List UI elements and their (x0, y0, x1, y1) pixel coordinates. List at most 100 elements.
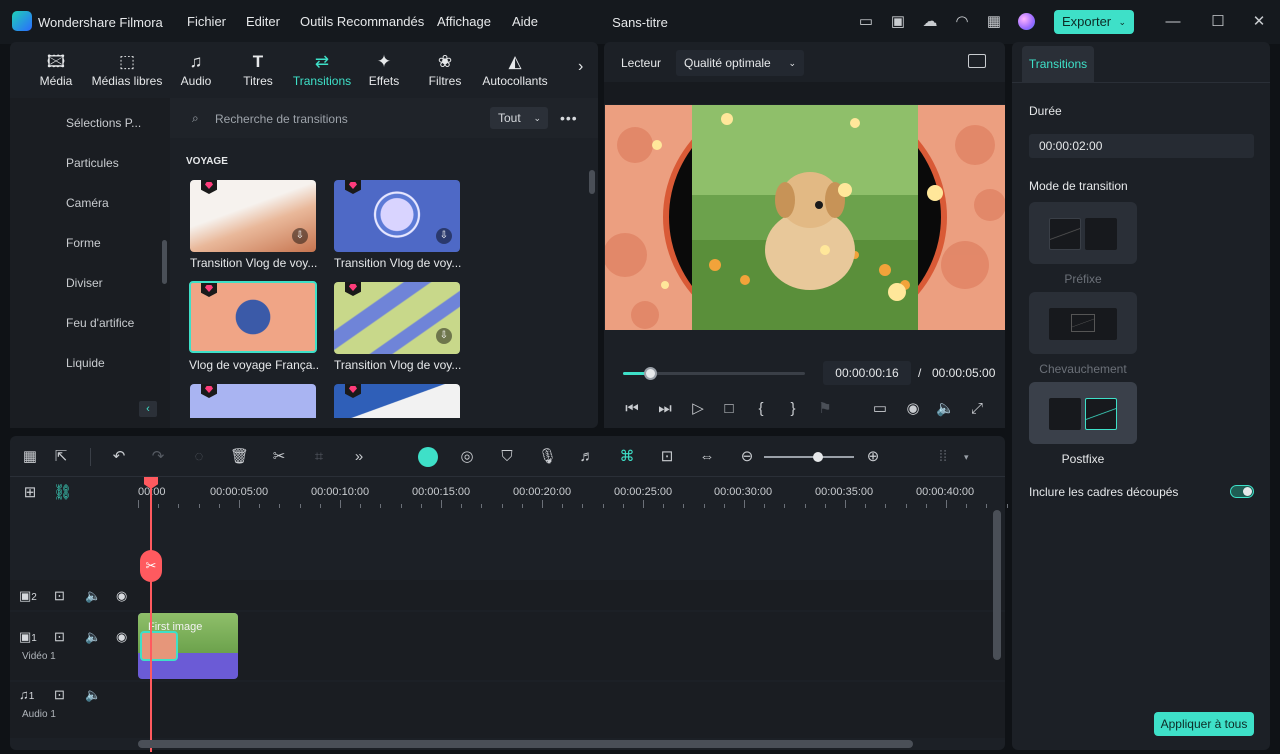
snapshot-view-icon[interactable] (968, 54, 986, 68)
mode-postfix-label: Postfixe (1061, 452, 1105, 466)
zoom-in-icon[interactable]: ⊕ (864, 448, 882, 466)
collapse-sidebar-icon[interactable]: ‹ (139, 401, 157, 417)
zoom-out-icon[interactable]: ⊖ (738, 448, 756, 466)
search-input[interactable]: Recherche de transitions (215, 112, 348, 126)
tab-stock-media[interactable]: ⬚ Médias libres (90, 52, 164, 88)
playhead[interactable] (150, 478, 152, 752)
cloud-icon[interactable]: ☁ (921, 13, 939, 31)
tab-effects[interactable]: ✦ Effets (364, 52, 404, 88)
ai-assistant-icon[interactable] (418, 447, 438, 467)
sidebar-item[interactable]: Forme (66, 236, 101, 250)
library-scrollbar[interactable] (589, 170, 595, 194)
include-cropped-toggle[interactable] (1230, 485, 1254, 498)
lock-icon[interactable]: ⊡ (54, 629, 65, 645)
apply-to-all-button[interactable]: Appliquer à tous (1154, 712, 1254, 736)
download-icon[interactable]: ⇩ (436, 228, 452, 244)
minimize-icon[interactable]: — (1164, 13, 1182, 31)
eye-icon[interactable]: ◉ (116, 588, 127, 604)
stop-icon[interactable]: □ (720, 400, 738, 418)
layout-icon[interactable]: ▭ (857, 13, 875, 31)
auto-highlight-icon[interactable]: ◎ (458, 448, 476, 466)
next-frame-icon[interactable]: ⏭ (656, 400, 674, 418)
tab-titles[interactable]: T Titres (238, 52, 278, 88)
sidebar-item[interactable]: Sélections P... (66, 116, 141, 130)
timeline-horizontal-scrollbar[interactable] (138, 740, 913, 748)
layout-grid-icon[interactable]: ▦ (21, 448, 39, 466)
chevron-right-icon[interactable]: › (578, 58, 583, 76)
play-icon[interactable]: ▷ (689, 400, 707, 418)
duration-field[interactable]: 00:00:02:00 (1029, 134, 1254, 158)
sidebar-scrollbar[interactable] (162, 240, 167, 284)
quality-select[interactable]: Qualité optimale ⌄ (676, 50, 804, 76)
lock-icon[interactable]: ⊡ (54, 588, 65, 604)
tab-audio[interactable]: ♫ Audio (176, 52, 216, 88)
delete-icon[interactable]: 🗑 (230, 448, 249, 466)
mode-prefix[interactable] (1029, 202, 1137, 264)
zoom-slider-knob[interactable] (813, 452, 823, 462)
undo-icon[interactable]: ↶ (110, 448, 128, 466)
audio-list-icon[interactable]: ♬ (578, 448, 596, 466)
track-name: Audio 1 (22, 709, 56, 720)
camera-icon[interactable]: ◉ (904, 400, 922, 418)
track-settings-icon[interactable]: ⁞⁞ (934, 448, 952, 466)
microphone-icon[interactable]: 🎙 (538, 448, 557, 466)
volume-icon[interactable]: 🔈 (85, 687, 101, 703)
export-button[interactable]: Exporter ⌄ (1054, 10, 1134, 34)
snap-icon[interactable]: ⌘ (618, 448, 636, 466)
timeline-vertical-scrollbar[interactable] (993, 510, 1001, 660)
previous-frame-icon[interactable]: ⏮ (623, 400, 641, 418)
sidebar-item[interactable]: Diviser (66, 276, 103, 290)
volume-icon[interactable]: 🔈 (85, 629, 101, 645)
sidebar-item[interactable]: Caméra (66, 196, 109, 210)
cut-icon[interactable]: ✂ (270, 448, 288, 466)
select-tool-icon[interactable]: ⇱ (52, 448, 70, 466)
mode-label: Mode de transition (1029, 179, 1128, 193)
download-icon[interactable]: ⇩ (292, 228, 308, 244)
video-clip[interactable]: First image (138, 613, 238, 679)
fit-icon[interactable]: ⇔ (698, 448, 716, 466)
mode-overlap[interactable] (1029, 292, 1137, 354)
ruler-tick (562, 504, 564, 508)
filter-select[interactable]: Tout ⌄ (490, 107, 548, 129)
maximize-icon[interactable]: ☐ (1209, 13, 1227, 31)
marker-shield-icon[interactable]: ⛉ (498, 448, 516, 466)
download-icon[interactable]: ⇩ (436, 328, 452, 344)
add-track-icon[interactable]: ⊞ (21, 484, 39, 502)
close-icon[interactable]: ✕ (1250, 13, 1268, 31)
avatar[interactable] (1018, 13, 1035, 30)
mode-postfix-selected[interactable] (1029, 382, 1137, 444)
duration-label: Durée (1029, 104, 1062, 118)
sidebar-item[interactable]: Particules (66, 156, 119, 170)
tab-transitions-props[interactable]: Transitions (1022, 46, 1094, 82)
eye-icon[interactable]: ◉ (116, 629, 127, 645)
volume-icon[interactable]: 🔈 (936, 400, 955, 418)
more-options-icon[interactable]: ••• (560, 110, 578, 126)
chevron-down-icon[interactable]: ▾ (964, 452, 969, 463)
split-scissors-icon[interactable]: ✂ (140, 550, 162, 582)
link-icon[interactable]: ⛓ (53, 484, 72, 502)
display-icon[interactable]: ▭ (871, 400, 889, 418)
headset-icon[interactable]: ◠ (953, 13, 971, 31)
current-time[interactable]: 00:00:00:16 (823, 361, 911, 385)
ruler-tick (400, 504, 402, 508)
sidebar-item[interactable]: Feu d'artifice (66, 316, 134, 330)
marker-icon: ⚑ (818, 400, 832, 417)
more-tools-icon[interactable]: » (350, 448, 368, 466)
preview-video[interactable] (605, 105, 1005, 330)
save-icon[interactable]: ▣ (889, 13, 907, 31)
fullscreen-icon[interactable]: ⤢ (968, 400, 986, 418)
volume-icon[interactable]: 🔈 (85, 588, 101, 604)
tab-media[interactable]: 🖾 Média (36, 52, 76, 88)
zoom-slider[interactable] (764, 456, 854, 458)
preview-render-icon[interactable]: ⊡ (658, 448, 676, 466)
tab-transitions[interactable]: ⇄ Transitions (290, 52, 354, 88)
transition-marker[interactable] (140, 631, 178, 661)
lock-icon[interactable]: ⊡ (54, 687, 65, 703)
mark-out-icon[interactable]: } (784, 400, 802, 418)
sidebar-item[interactable]: Liquide (66, 356, 105, 370)
tab-stickers[interactable]: ◭ Autocollants (479, 52, 551, 88)
tab-filters[interactable]: ❀ Filtres (425, 52, 465, 88)
audio-track-icon: ♫1 (19, 687, 35, 702)
mark-in-icon[interactable]: { (752, 400, 770, 418)
grid-icon[interactable]: ▦ (985, 13, 1003, 31)
